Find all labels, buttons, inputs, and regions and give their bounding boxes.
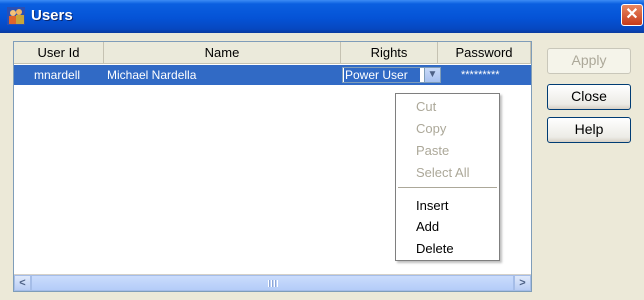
horizontal-scrollbar[interactable]: < > [14, 274, 531, 291]
close-icon: ✕ [625, 6, 639, 23]
menu-separator [398, 187, 497, 188]
close-button[interactable]: Close [547, 84, 631, 110]
cell-name[interactable]: Michael Nardella [107, 65, 196, 85]
grip-icon [268, 280, 278, 287]
menu-item-paste: Paste [416, 143, 450, 158]
column-header-password[interactable]: Password [438, 42, 531, 64]
scroll-right-button[interactable]: > [514, 275, 531, 291]
rights-dropdown[interactable]: Power User ▼ [342, 67, 441, 83]
column-header-user-id[interactable]: User Id [14, 42, 104, 64]
menu-item-add[interactable]: Add [416, 218, 439, 236]
menu-item-cut: Cut [416, 99, 437, 114]
menu-item-delete[interactable]: Delete [416, 240, 454, 258]
table-row[interactable]: mnardell Michael Nardella ********* [14, 65, 531, 85]
menu-item-insert[interactable]: Insert [416, 197, 449, 215]
cell-user-id[interactable]: mnardell [34, 65, 80, 85]
menu-item-copy: Copy [416, 121, 447, 136]
chevron-down-icon[interactable]: ▼ [424, 68, 440, 82]
menu-item-select-all: Select All [416, 165, 470, 180]
context-menu: Cut Copy Paste Select All Insert Add Del… [395, 93, 500, 261]
window-close-button[interactable]: ✕ [621, 4, 643, 26]
users-window: Users ✕ User Id Name Rights Password mna… [0, 0, 644, 300]
users-icon [7, 7, 25, 25]
window-title: Users [31, 7, 73, 24]
column-header-rights[interactable]: Rights [341, 42, 438, 64]
help-button[interactable]: Help [547, 117, 631, 143]
apply-button[interactable]: Apply [547, 48, 631, 74]
title-bar[interactable]: Users ✕ [0, 0, 644, 33]
column-header-name[interactable]: Name [104, 42, 341, 64]
cell-password[interactable]: ********* [461, 65, 500, 85]
scroll-left-button[interactable]: < [14, 275, 31, 291]
rights-value: Power User [344, 68, 420, 82]
scrollbar-thumb[interactable] [31, 275, 514, 291]
